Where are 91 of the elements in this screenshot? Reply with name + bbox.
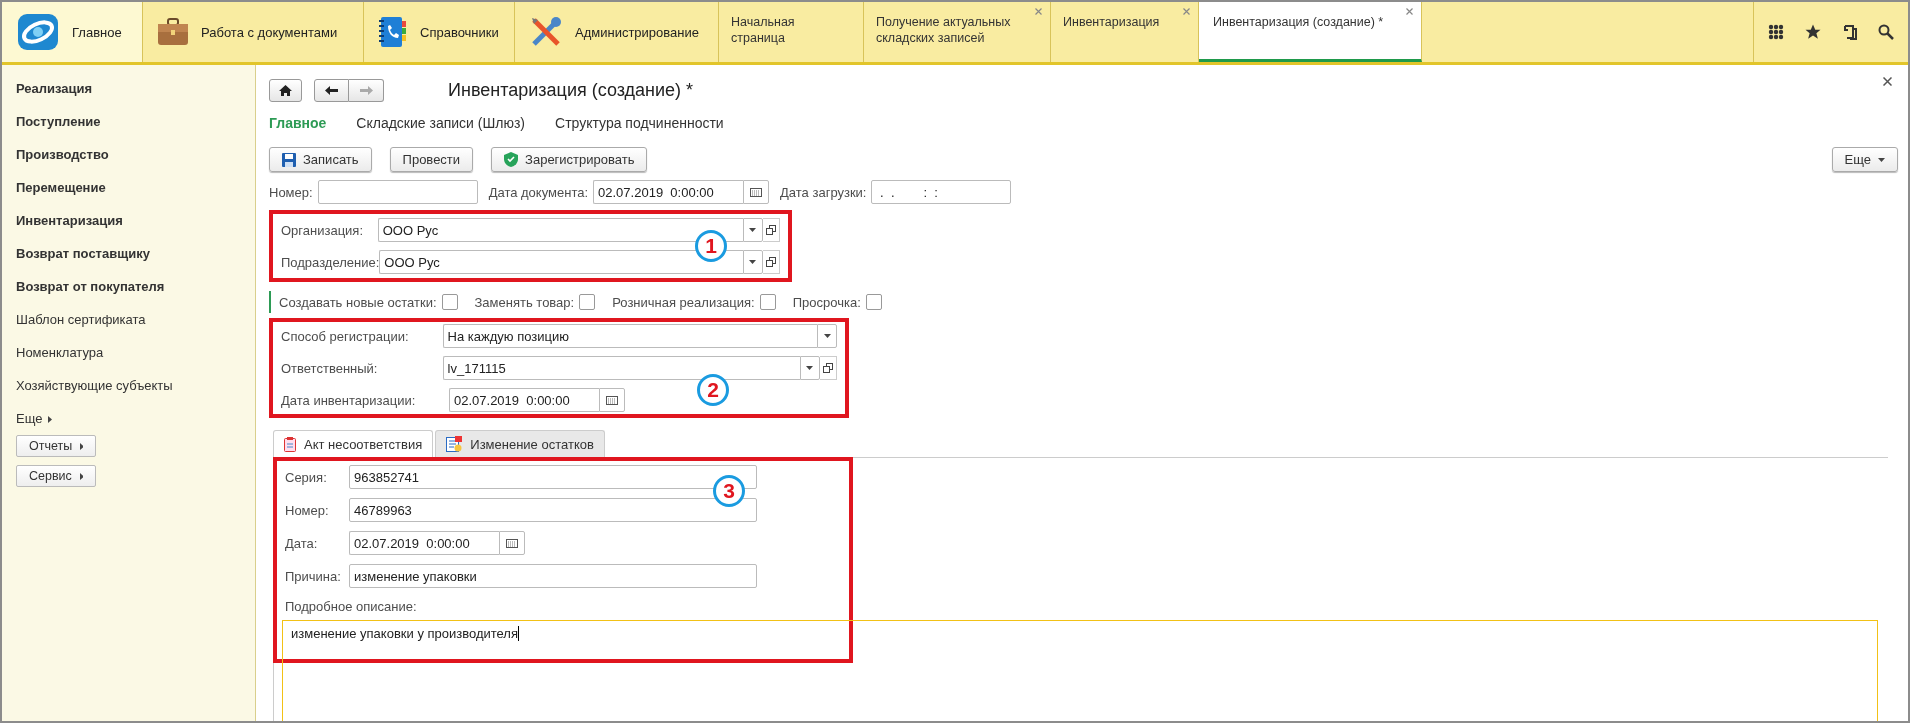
description-textarea[interactable]: изменение упаковки у производителя [282,620,1878,721]
caret-icon [80,442,83,450]
checkbox[interactable] [441,294,458,310]
checkbox-label: Заменять товар: [474,294,575,310]
field-label: Способ регистрации: [281,328,410,344]
section-tab[interactable]: Главное [2,2,143,62]
field-label: Причина: [285,568,342,584]
checkbox-label: Просрочка: [792,294,861,310]
command-button[interactable]: Записать [269,147,372,172]
sidebar-link[interactable]: Шаблон сертификата [16,310,146,343]
dropdown-caret-icon[interactable] [742,218,763,242]
field-label: Дата: [285,535,319,551]
sidebar-button[interactable]: Отчеты [16,435,96,457]
apps-grid-icon[interactable] [1768,24,1784,40]
text-field[interactable]: 46789963 [349,498,757,522]
checkbox-label: Создавать новые остатки: [279,294,437,310]
checkbox[interactable] [865,294,882,310]
form-tab[interactable]: Главное [269,115,327,131]
back-arrow-icon [325,85,338,95]
form-tab[interactable]: Складские записи (Шлюз) [356,115,526,131]
briefcase-icon [157,17,189,47]
form-tab[interactable]: Структура подчиненности [555,115,724,131]
checkbox[interactable] [759,294,776,310]
more-menu[interactable]: Еще [16,409,53,435]
save-icon [282,152,296,167]
section-tab[interactable]: Работа с документами [143,2,364,62]
logo-icon [16,12,60,52]
section-tab[interactable]: Изменение остатков [435,430,605,457]
calendar-icon[interactable] [599,388,625,412]
checkbox[interactable] [579,294,596,310]
chart-clipboard-icon [446,436,463,452]
sidebar-link[interactable]: Производство [16,145,109,178]
caret-icon [48,416,53,423]
command-button[interactable]: Зарегистрировать [491,147,648,172]
history-icon[interactable] [1842,23,1858,41]
field-label: Организация: [281,222,365,238]
home-icon [279,84,292,96]
calendar-icon[interactable] [499,531,525,555]
field-label: Дата документа: [488,184,589,200]
star-icon[interactable] [1804,23,1822,41]
sidebar-link[interactable]: Инвентаризация [16,211,123,244]
sidebar-link[interactable]: Хозяйствующие субъекты [16,376,173,409]
open-tab[interactable]: Инвентаризация (создание) * [1199,2,1422,62]
field-label: Серия: [285,469,328,485]
phone-book-icon [378,16,408,48]
forward-arrow-icon [359,85,373,95]
section-tab[interactable]: Акт несоответствия [273,430,434,457]
back-button[interactable] [314,78,349,102]
checkbox-label: Розничная реализация: [612,294,755,310]
field-label: Дата загрузки: [780,184,867,200]
dropdown-caret-icon[interactable] [817,324,837,348]
callout-number: 2 [697,374,729,406]
sidebar-button[interactable]: Сервис [16,465,96,487]
date-field[interactable]: 02.07.2019 0:00:00 [349,531,499,555]
open-icon[interactable] [762,250,780,274]
field-label: Ответственный: [281,360,379,376]
section-tab[interactable]: Справочники [364,2,515,62]
field-label: Подробное описание: [285,599,418,614]
caret-icon [79,472,83,480]
dropdown-field[interactable]: lv_171115 [442,356,800,380]
text-field[interactable] [317,180,478,204]
text-field[interactable]: . . : : [871,180,1012,204]
calendar-icon[interactable] [743,180,770,204]
text-field[interactable]: изменение упаковки [349,564,757,588]
close-icon[interactable] [1883,77,1892,86]
command-button[interactable]: Провести [389,147,474,172]
caret-icon [1878,157,1885,162]
date-field[interactable]: 02.07.2019 0:00:00 [593,180,744,204]
dropdown-caret-icon[interactable] [742,250,763,274]
sidebar-link[interactable]: Возврат от покупателя [16,277,165,310]
dropdown-field[interactable]: На каждую позицию [442,324,817,348]
more-button[interactable]: Еще [1831,147,1898,172]
form-title: Инвентаризация (создание) * [448,79,694,101]
field-label: Номер: [269,184,313,200]
field-label: Номер: [285,502,330,518]
clipboard-icon [284,436,296,452]
dropdown-caret-icon[interactable] [799,356,820,380]
sidebar-link[interactable]: Номенклатура [16,343,104,376]
sidebar-link[interactable]: Реализация [16,79,93,112]
field-label: Подразделение: [281,254,380,270]
shield-icon [504,152,519,167]
close-icon[interactable] [1406,8,1413,15]
sidebar-link[interactable]: Возврат поставщику [16,244,150,277]
open-icon[interactable] [762,218,780,242]
home-button[interactable] [269,78,302,102]
date-field[interactable]: 02.07.2019 0:00:00 [449,388,599,412]
sidebar-link[interactable]: Перемещение [16,178,106,211]
open-icon[interactable] [819,356,837,380]
search-icon[interactable] [1878,24,1894,40]
field-label: Дата инвентаризации: [281,392,417,408]
sidebar-link[interactable]: Поступление [16,112,101,145]
